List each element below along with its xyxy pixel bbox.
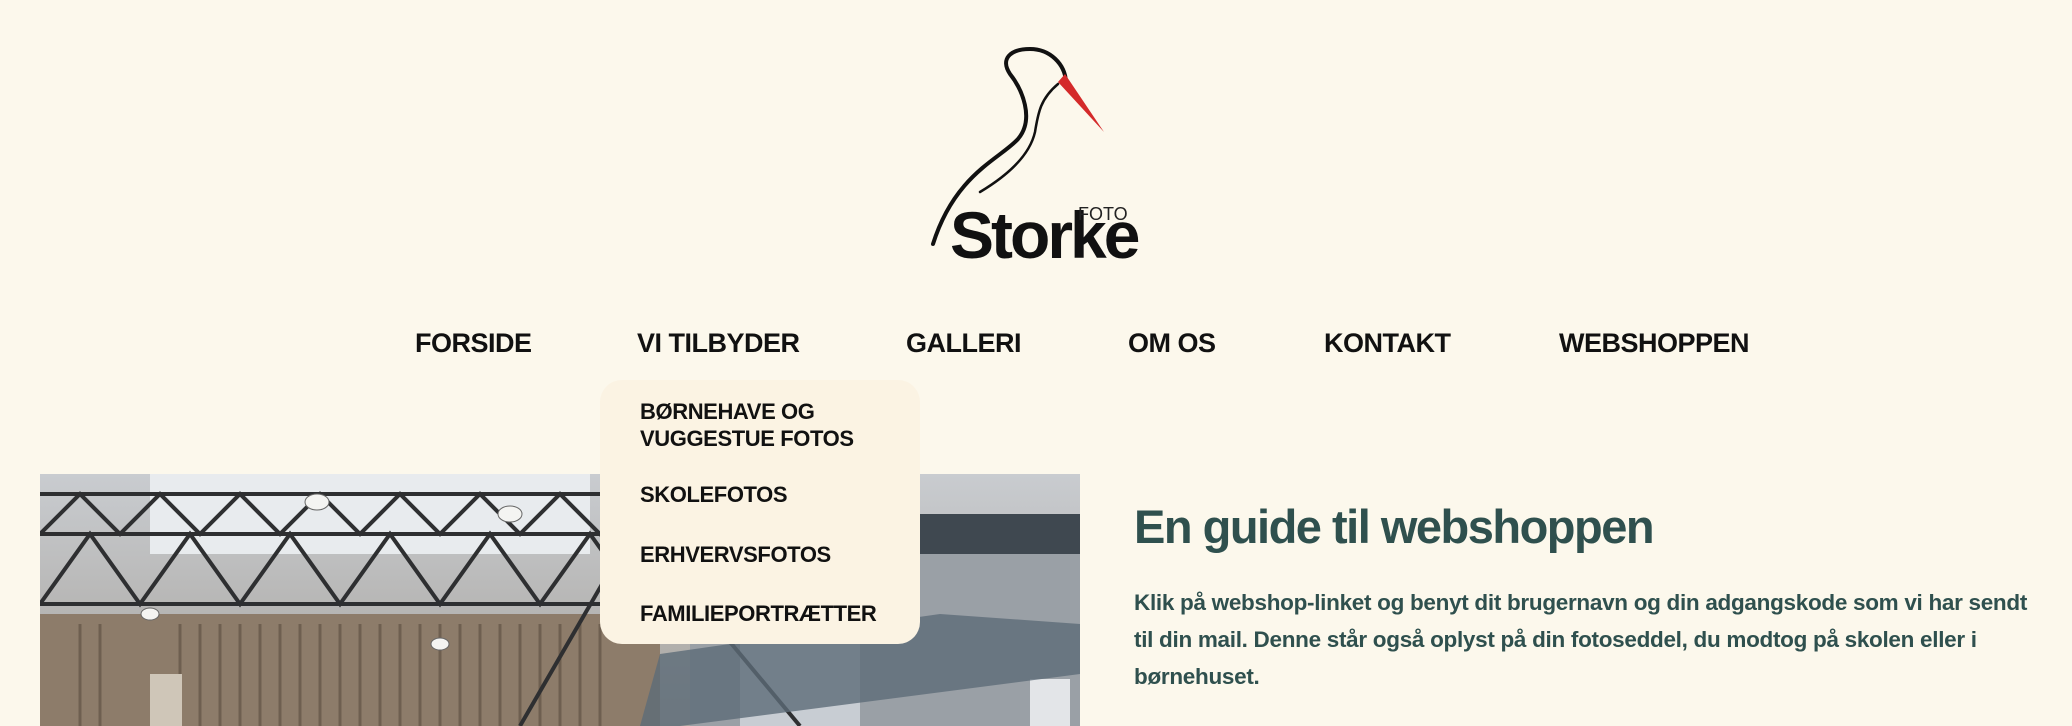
nav-item-webshoppen[interactable]: WEBSHOPPEN	[1559, 328, 1750, 359]
nav-item-forside[interactable]: FORSIDE	[415, 328, 532, 359]
site-logo[interactable]: Storke FOTO	[930, 44, 1140, 274]
nav-item-om-os[interactable]: OM OS	[1128, 328, 1216, 359]
dropdown-item-skolefotos[interactable]: SKOLEFOTOS	[640, 481, 900, 508]
main-navigation: FORSIDE VI TILBYDER GALLERI OM OS KONTAK…	[0, 328, 2072, 368]
logo-subtitle: FOTO	[1078, 204, 1128, 224]
dropdown-item-boernehave[interactable]: BØRNEHAVE OG VUGGESTUE FOTOS	[640, 398, 900, 452]
nav-item-kontakt[interactable]: KONTAKT	[1324, 328, 1451, 359]
guide-paragraph: Klik på webshop-linket og benyt dit brug…	[1134, 590, 2028, 689]
hero-photo	[40, 474, 1080, 726]
vi-tilbyder-dropdown: BØRNEHAVE OG VUGGESTUE FOTOS SKOLEFOTOS …	[600, 380, 920, 644]
nav-item-vi-tilbyder[interactable]: VI TILBYDER	[637, 328, 800, 359]
hero-image	[40, 474, 1080, 726]
dropdown-item-familieportraetter[interactable]: FAMILIEPORTRÆTTER	[640, 600, 900, 627]
nav-item-galleri[interactable]: GALLERI	[906, 328, 1022, 359]
guide-heading: En guide til webshoppen	[1134, 500, 1655, 553]
dropdown-item-erhvervsfotos[interactable]: ERHVERVSFOTOS	[640, 541, 900, 568]
